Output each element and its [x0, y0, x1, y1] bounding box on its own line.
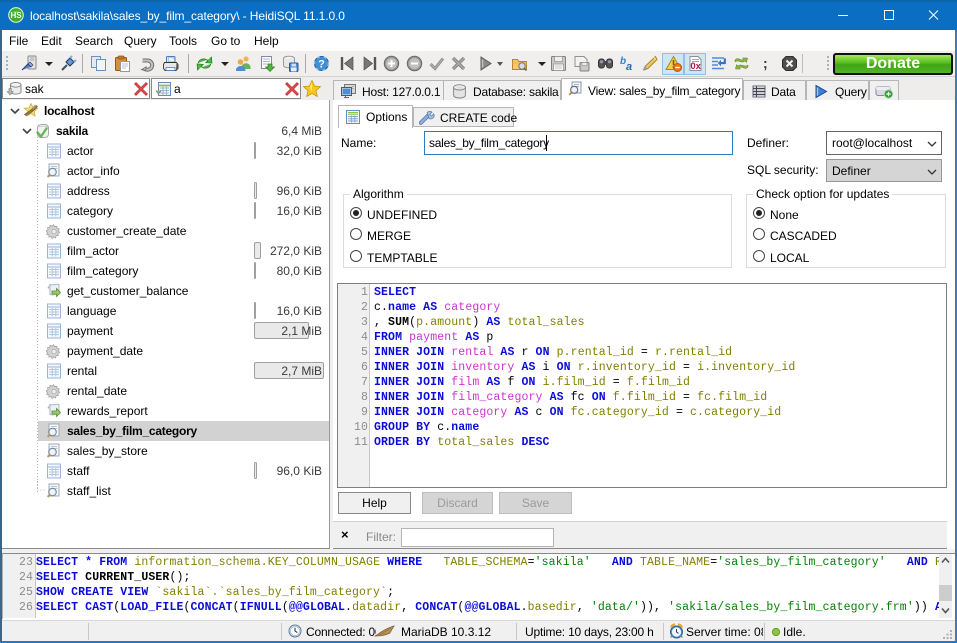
svg-text:HS: HS — [10, 11, 22, 20]
svg-text:a: a — [626, 61, 632, 72]
svg-text:?: ? — [318, 59, 325, 71]
svg-text:0x: 0x — [690, 61, 701, 72]
svg-text:;: ; — [763, 55, 768, 71]
